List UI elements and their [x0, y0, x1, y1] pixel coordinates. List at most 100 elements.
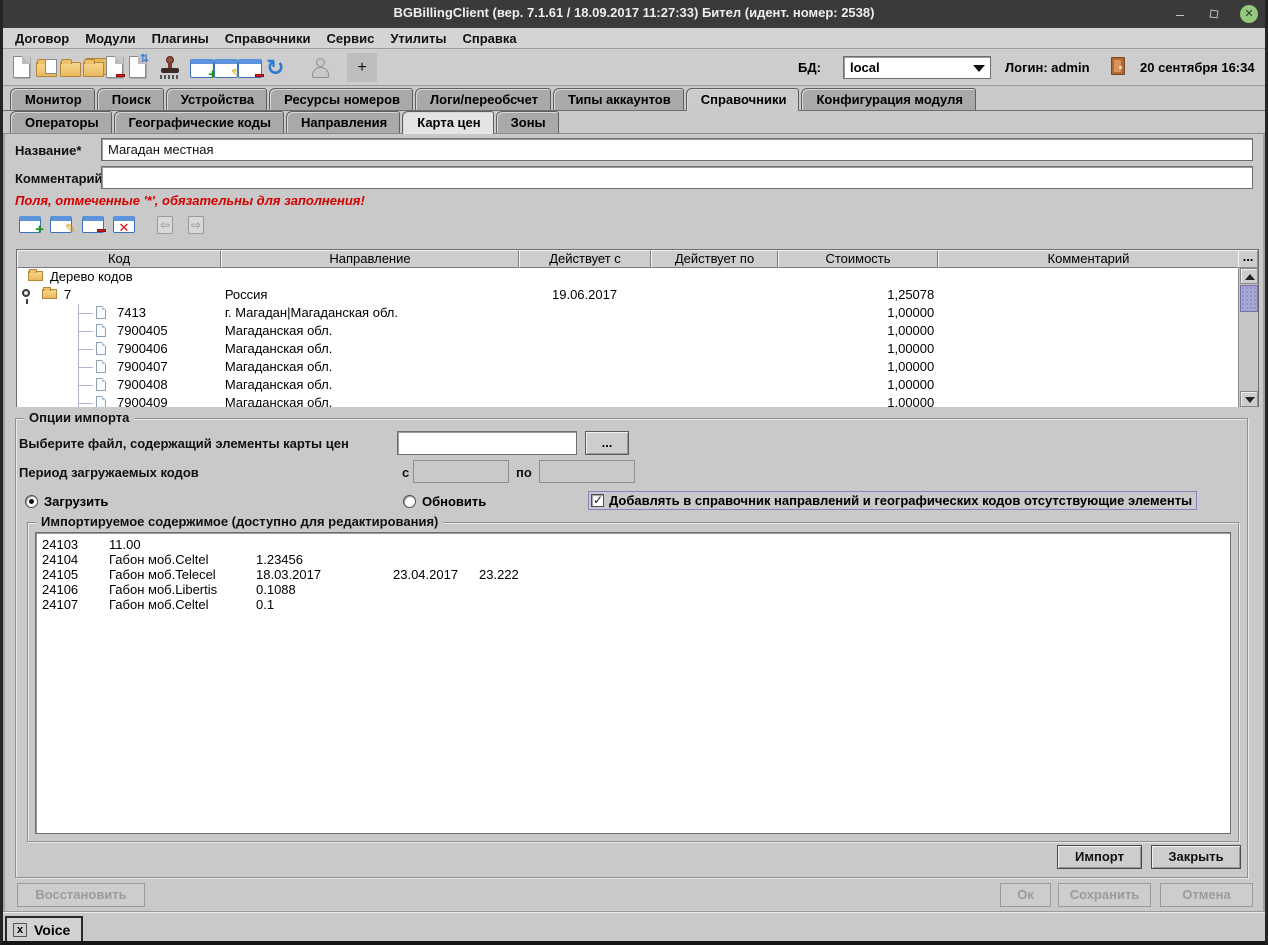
- tree-code-cell: 7: [17, 286, 221, 304]
- module-tabs: МониторПоискУстройстваРесурсы номеровЛог…: [3, 87, 1265, 111]
- column-header-1[interactable]: Код: [17, 250, 221, 268]
- file-input[interactable]: [397, 431, 577, 455]
- column-header-2[interactable]: Направление: [221, 250, 519, 268]
- menu-item-справка[interactable]: Справка: [454, 29, 524, 48]
- window-edit-icon[interactable]: ✎: [214, 56, 238, 80]
- period-from-input: [413, 460, 509, 483]
- subtab-Географические коды[interactable]: Географические коды: [114, 111, 284, 133]
- name-input[interactable]: Магадан местная: [101, 138, 1253, 161]
- export-disabled-icon: ⇨: [188, 216, 212, 236]
- table-row[interactable]: 7900406Магаданская обл.1,00000: [17, 340, 1238, 358]
- table-row[interactable]: Дерево кодов: [17, 268, 1238, 286]
- row-actions-toolbar: +✎✕⇦⇨: [5, 216, 1263, 242]
- scrollbar-thumb[interactable]: [1240, 285, 1258, 312]
- main-toolbar: ⇅+✎↻ + БД: local Логин: admin 20 сентябр…: [3, 49, 1265, 86]
- from-label: с: [402, 465, 409, 480]
- textarea-cell: 1.23456: [256, 552, 303, 567]
- column-header-4[interactable]: Действует по: [651, 250, 778, 268]
- remove-document-icon[interactable]: [106, 56, 130, 80]
- table-row[interactable]: 7Россия19.06.20171,25078: [17, 286, 1238, 304]
- cell-dir: Россия: [221, 286, 519, 304]
- column-config-button[interactable]: ...: [1238, 250, 1258, 268]
- folders-icon[interactable]: [83, 56, 107, 80]
- cell-comment: [937, 268, 1238, 286]
- column-header-6[interactable]: Комментарий: [938, 250, 1239, 268]
- row-edit-icon[interactable]: ✎: [50, 216, 74, 236]
- textarea-cell: 23.04.2017: [393, 567, 458, 582]
- tab-Логи/переобсчет[interactable]: Логи/переобсчет: [415, 88, 551, 110]
- column-header-3[interactable]: Действует с: [519, 250, 651, 268]
- stamp-icon[interactable]: [160, 56, 184, 80]
- table-row[interactable]: 7900408Магаданская обл.1,00000: [17, 376, 1238, 394]
- textarea-line: 2410311.00: [42, 537, 1230, 552]
- open-document-icon[interactable]: [36, 56, 60, 80]
- cell-comment: [937, 358, 1238, 376]
- tab-Ресурсы номеров[interactable]: Ресурсы номеров: [269, 88, 413, 110]
- new-document-icon[interactable]: [13, 56, 37, 80]
- copy-document-icon[interactable]: ⇅: [129, 56, 153, 80]
- minimize-icon[interactable]: –: [1170, 4, 1190, 24]
- folder-icon: [42, 289, 57, 299]
- section-tabs: ОператорыГеографические кодыНаправленияК…: [3, 111, 1265, 134]
- row-delete-x-icon[interactable]: ✕: [113, 216, 137, 236]
- row-remove-icon[interactable]: [82, 216, 106, 236]
- subtab-Направления[interactable]: Направления: [286, 111, 400, 133]
- voice-module-tab[interactable]: x Voice: [5, 916, 83, 941]
- row-add-icon[interactable]: +: [19, 216, 43, 236]
- radio-update[interactable]: Обновить: [403, 494, 486, 509]
- menu-item-сервис[interactable]: Сервис: [319, 29, 383, 48]
- period-to-input: [539, 460, 635, 483]
- tab-Типы аккаунтов[interactable]: Типы аккаунтов: [553, 88, 684, 110]
- subtab-Карта цен[interactable]: Карта цен: [402, 111, 493, 134]
- tab-Справочники[interactable]: Справочники: [686, 88, 800, 111]
- plus-button[interactable]: +: [347, 53, 377, 82]
- import-options-title: Опции импорта: [24, 410, 134, 425]
- menu-bar: ДоговорМодулиПлагиныСправочникиСервисУти…: [3, 28, 1265, 49]
- refresh-icon[interactable]: ↻: [266, 56, 290, 80]
- textarea-line: 24107Габон моб.Celtel0.1: [42, 597, 1230, 612]
- cell-cost: 1,00000: [777, 322, 937, 340]
- table-scrollbar[interactable]: [1238, 268, 1258, 407]
- table-row[interactable]: 7900407Магаданская обл.1,00000: [17, 358, 1238, 376]
- table-row[interactable]: 7900409Магаданская обл.1,00000: [17, 394, 1238, 407]
- radio-load[interactable]: Загрузить: [25, 494, 108, 509]
- import-button[interactable]: Импорт: [1057, 845, 1142, 869]
- table-row[interactable]: 7900405Магаданская обл.1,00000: [17, 322, 1238, 340]
- tab-Устройства[interactable]: Устройства: [166, 88, 267, 110]
- cell-comment: [937, 304, 1238, 322]
- menu-item-модули[interactable]: Модули: [77, 29, 143, 48]
- tab-Поиск[interactable]: Поиск: [97, 88, 164, 110]
- restore-icon[interactable]: [1204, 4, 1224, 24]
- close-icon[interactable]: ✕: [1240, 5, 1258, 23]
- cell-to: [650, 286, 777, 304]
- menu-item-утилиты[interactable]: Утилиты: [382, 29, 454, 48]
- window-add-icon[interactable]: +: [190, 56, 214, 80]
- close-button[interactable]: Закрыть: [1151, 845, 1241, 869]
- add-missing-checkbox[interactable]: Добавлять в справочник направлений и гео…: [588, 491, 1197, 510]
- folder-icon[interactable]: [60, 56, 84, 80]
- window-remove-icon[interactable]: [238, 56, 262, 80]
- subtab-Операторы[interactable]: Операторы: [10, 111, 112, 133]
- comment-input[interactable]: [101, 166, 1253, 189]
- table-row[interactable]: 7413г. Магадан|Магаданская обл.1,00000: [17, 304, 1238, 322]
- browse-button[interactable]: ...: [585, 431, 629, 455]
- user-icon[interactable]: [309, 56, 333, 80]
- menu-item-договор[interactable]: Договор: [7, 29, 77, 48]
- subtab-Зоны[interactable]: Зоны: [496, 111, 559, 133]
- tree-expand-icon[interactable]: [22, 289, 30, 297]
- leaf-icon: [96, 324, 106, 337]
- db-select[interactable]: local: [843, 56, 991, 79]
- menu-item-справочники[interactable]: Справочники: [217, 29, 319, 48]
- textarea-cell: 24107: [42, 597, 78, 612]
- scroll-up-icon[interactable]: [1240, 268, 1258, 284]
- logout-door-icon[interactable]: [1111, 57, 1125, 75]
- tab-Конфигурация модуля[interactable]: Конфигурация модуля: [801, 88, 975, 110]
- menu-item-плагины[interactable]: Плагины: [144, 29, 217, 48]
- scroll-down-icon[interactable]: [1240, 391, 1258, 407]
- column-header-5[interactable]: Стоимость: [778, 250, 938, 268]
- import-content-textarea[interactable]: 2410311.0024104Габон моб.Celtel1.2345624…: [35, 532, 1231, 834]
- cell-cost: 1,00000: [777, 304, 937, 322]
- close-tab-icon[interactable]: x: [13, 923, 27, 937]
- tree-code-cell: 7900406: [17, 340, 221, 358]
- tab-Монитор[interactable]: Монитор: [10, 88, 95, 110]
